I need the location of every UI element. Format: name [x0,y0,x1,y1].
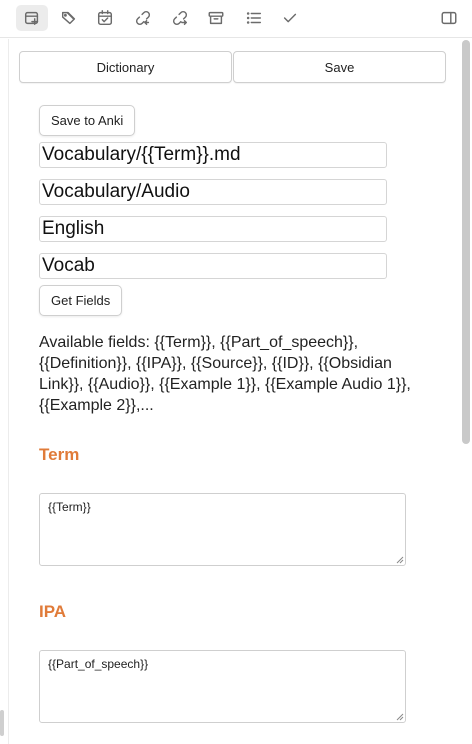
toolbar [0,0,472,38]
tags-icon[interactable] [53,5,85,31]
resize-grip-icon[interactable] [396,713,404,721]
save-to-anki-button[interactable]: Save to Anki [39,105,136,136]
list-icon[interactable] [238,5,270,31]
audio-path-input[interactable]: Vocabulary/Audio [39,179,387,205]
vertical-scrollbar[interactable] [462,40,470,444]
archive-icon[interactable] [200,5,232,31]
link-arrow-icon[interactable] [164,5,196,31]
file-path-input[interactable]: Vocabulary/{{Term}}.md [39,142,387,168]
ipa-textarea-value: {{Part_of_speech}} [48,657,149,671]
check-icon[interactable] [274,5,306,31]
calendar-check-icon[interactable] [89,5,121,31]
term-textarea[interactable]: {{Term}} [39,493,406,566]
unlink-icon[interactable] [127,5,159,31]
get-fields-button[interactable]: Get Fields [39,285,123,316]
new-card-icon[interactable] [16,5,48,31]
resize-grip-icon[interactable] [396,556,404,564]
sidebar-toggle-icon[interactable] [433,5,465,31]
dictionary-button[interactable]: Dictionary [19,51,232,83]
section-title-ipa: IPA [39,602,67,621]
note-type-input[interactable]: Vocab [39,253,387,279]
pane-resize-handle[interactable] [0,710,4,736]
ipa-textarea[interactable]: {{Part_of_speech}} [39,650,406,723]
available-fields-text: Available fields: {{Term}}, {{Part_of_sp… [39,334,411,414]
section-title-term: Term [39,445,80,464]
top-button-row: Dictionary Save [19,51,446,83]
term-textarea-value: {{Term}} [48,500,91,514]
save-button[interactable]: Save [233,51,446,83]
deck-input[interactable]: English [39,216,387,242]
